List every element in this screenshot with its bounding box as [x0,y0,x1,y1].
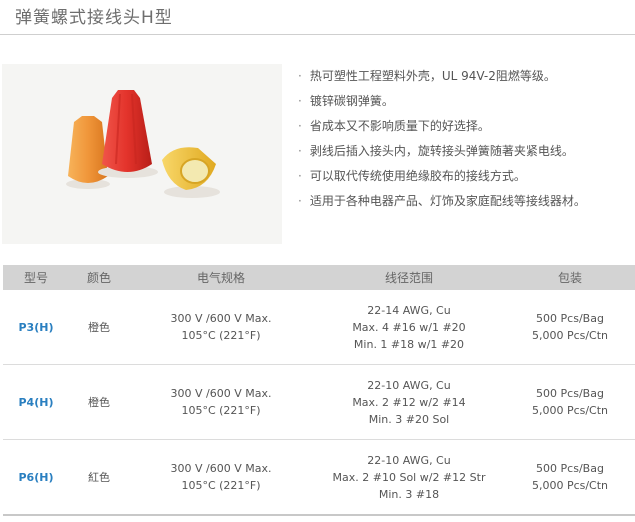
feature-text: 镀锌碳钢弹簧。 [309,94,394,108]
cell-line: Min. 3 #18 [378,487,440,501]
cell-line: Min. 1 #18 w/1 #20 [353,337,465,351]
feature-text: 省成本又不影响质量下的好选择。 [309,119,490,133]
header-model: 型号 [3,265,69,290]
cell-line: 105°C (221°F) [181,404,261,417]
feature-item: · 剥线后插入接头内，旋转接头弹簧随著夹紧电线。 [298,142,635,167]
bullet-icon: · [298,94,302,108]
bullet-icon: · [298,169,302,183]
cell-line: 5,000 Pcs/Ctn [531,329,609,342]
table-row: P6(H) 紅色 300 V /600 V Max. 105°C (221°F) … [3,439,635,516]
cell-line: 105°C (221°F) [181,479,261,492]
feature-item: · 可以取代传统使用绝缘胶布的接线方式。 [298,167,635,192]
title-divider [0,34,635,35]
header-wire-range: 线径范围 [313,265,505,290]
cell-line: 500 Pcs/Bag [536,387,604,400]
feature-item: · 镀锌碳钢弹簧。 [298,92,635,117]
feature-text: 剥线后插入接头内，旋转接头弹簧随著夹紧电线。 [309,144,574,158]
bullet-icon: · [298,194,302,208]
cell-line: 5,000 Pcs/Ctn [531,479,609,492]
red-connector [102,90,152,172]
cell-line: 105°C (221°F) [181,329,261,342]
electrical-cell: 300 V /600 V Max. 105°C (221°F) [129,364,313,440]
cell-line: Max. 4 #16 w/1 #20 [352,320,466,334]
feature-item: · 热可塑性工程塑料外壳，UL 94V-2阻燃等级。 [298,67,635,92]
bullet-icon: · [298,69,302,83]
wire-range-cell: 22-10 AWG, Cu Max. 2 #10 Sol w/2 #12 Str M… [313,439,505,516]
cell-line: 5,000 Pcs/Ctn [531,404,609,417]
feature-text: 可以取代传统使用绝缘胶布的接线方式。 [309,169,526,183]
cell-line: Min. 3 #20 Sol [368,412,450,426]
cell-line: 22-10 AWG, Cu [367,378,451,392]
color-cell: 橙色 [69,364,129,440]
cell-line: 22-14 AWG, Cu [367,303,451,317]
yellow-connector-opening [180,158,210,184]
bullet-icon: · [298,119,302,133]
cell-line: Max. 2 #10 Sol w/2 #12 Str [332,470,486,484]
header-packaging: 包装 [505,265,635,290]
cell-line: 500 Pcs/Bag [536,462,604,475]
model-link[interactable]: P4(H) [3,364,69,440]
feature-text: 适用于各种电器产品、灯饰及家庭配线等接线器材。 [309,194,586,208]
bullet-icon: · [298,144,302,158]
table-row: P3(H) 橙色 300 V /600 V Max. 105°C (221°F) … [3,290,635,365]
page-title: 弹簧螺式接线头H型 [15,8,173,28]
cell-line: 500 Pcs/Bag [536,312,604,325]
header-electrical: 电气规格 [129,265,313,290]
packaging-cell: 500 Pcs/Bag 5,000 Pcs/Ctn [505,439,635,516]
wire-range-cell: 22-14 AWG, Cu Max. 4 #16 w/1 #20 Min. 1 #1… [313,290,505,365]
table-row: P4(H) 橙色 300 V /600 V Max. 105°C (221°F) … [3,364,635,440]
feature-item: · 省成本又不影响质量下的好选择。 [298,117,635,142]
cell-line: 22-10 AWG, Cu [367,453,451,467]
electrical-cell: 300 V /600 V Max. 105°C (221°F) [129,439,313,516]
model-link[interactable]: P3(H) [3,290,69,365]
table-header-row: 型号 颜色 电气规格 线径范围 包装 [3,265,635,290]
feature-list: · 热可塑性工程塑料外壳，UL 94V-2阻燃等级。 · 镀锌碳钢弹簧。 · 省成本又… [298,67,635,217]
model-link[interactable]: P6(H) [3,439,69,516]
color-cell: 橙色 [69,290,129,365]
feature-item: · 适用于各种电器产品、灯饰及家庭配线等接线器材。 [298,192,635,217]
product-image [2,64,282,244]
cell-line: 300 V /600 V Max. [170,462,272,475]
electrical-cell: 300 V /600 V Max. 105°C (221°F) [129,290,313,365]
color-cell: 紅色 [69,439,129,516]
wire-range-cell: 22-10 AWG, Cu Max. 2 #12 w/2 #14 Min. 3 #2… [313,364,505,440]
packaging-cell: 500 Pcs/Bag 5,000 Pcs/Ctn [505,364,635,440]
header-color: 颜色 [69,265,129,290]
wire-connector-illustration [66,90,220,198]
packaging-cell: 500 Pcs/Bag 5,000 Pcs/Ctn [505,290,635,365]
cell-line: 300 V /600 V Max. [170,312,272,325]
cell-line: 300 V /600 V Max. [170,387,272,400]
feature-text: 热可塑性工程塑料外壳，UL 94V-2阻燃等级。 [309,69,556,83]
spec-table: 型号 颜色 电气规格 线径范围 包装 P3(H) 橙色 300 V /600 V… [3,265,635,516]
cell-line: Max. 2 #12 w/2 #14 [352,395,466,409]
